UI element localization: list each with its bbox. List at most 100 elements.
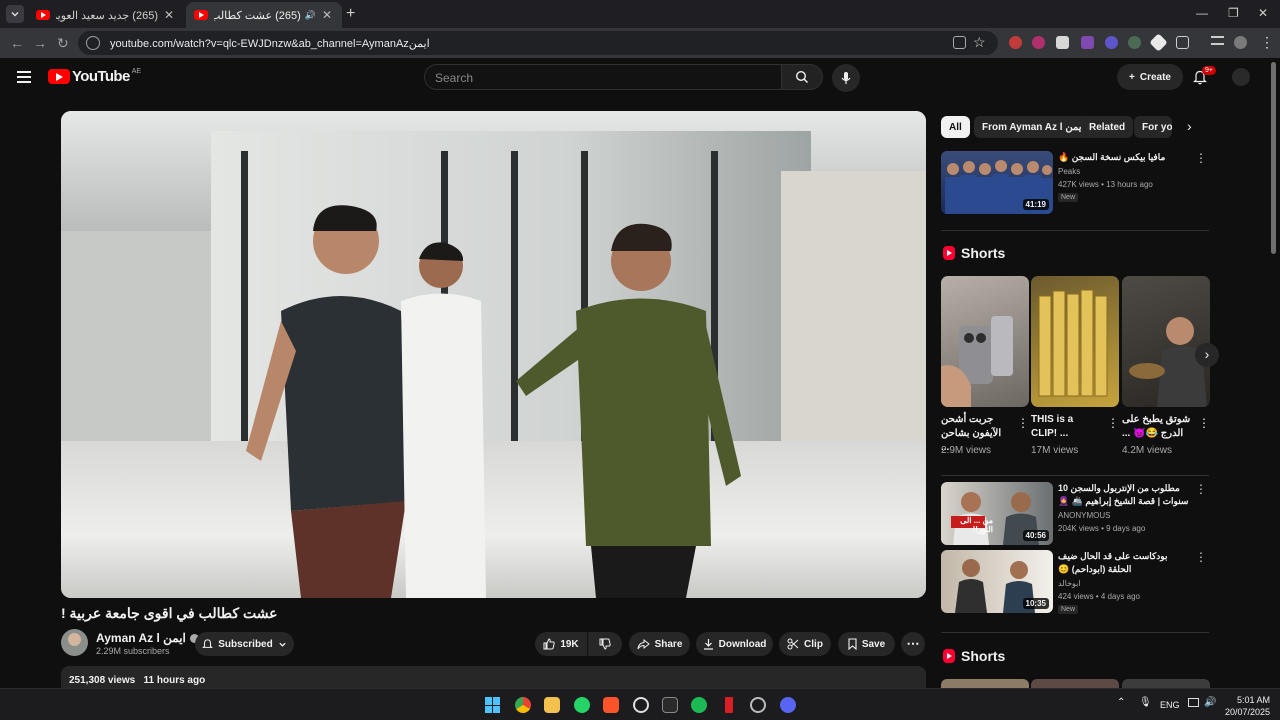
discord-icon[interactable] [780,697,796,713]
shield-icon[interactable] [1128,36,1141,49]
display-icon[interactable] [1188,698,1199,707]
extension-icon[interactable] [1105,36,1118,49]
short-thumbnail[interactable] [941,679,1029,688]
tray-chevron-icon[interactable]: ⌃ [1117,697,1125,708]
short-item[interactable]: جربت أشحن الآيفون بشاحن ... 2.9M views ⋮ [941,276,1029,456]
video-title: عشت كطالب في اقوى جامعة عربية ! [61,605,278,621]
start-windows-icon[interactable] [485,697,501,713]
short-thumbnail[interactable] [941,276,1029,407]
more-actions-button[interactable]: ⋯ [901,632,925,656]
new-tab-button[interactable]: + [346,5,355,23]
short-thumbnail[interactable] [1031,276,1119,407]
more-vertical-icon[interactable]: ⋮ [1195,482,1207,496]
extension-icon[interactable] [1056,36,1069,49]
bookmark-star-icon[interactable]: ☆ [973,34,986,51]
download-button[interactable]: Download [696,632,773,656]
minimize-button[interactable]: — [1196,6,1208,20]
search-button[interactable] [781,64,823,90]
maximize-button[interactable]: ❐ [1228,6,1239,20]
share-button[interactable]: Share [629,632,690,656]
close-window-button[interactable]: ✕ [1258,6,1268,20]
account-avatar[interactable] [1232,68,1250,86]
clip-button[interactable]: Clip [779,632,831,656]
voice-search-button[interactable] [832,64,860,92]
more-vertical-icon[interactable]: ⋮ [1195,151,1207,165]
chip-for-you[interactable]: For you [1134,116,1172,138]
recommended-video[interactable]: 41:19 مافيا بيكس نسخة السجن 🔥 Peaks 427K… [941,151,1209,215]
reload-icon[interactable]: ↻ [57,35,69,52]
browser-tab-active[interactable]: (265) عشت كطالب في اقوى 🔊 ✕ [186,2,342,28]
chip-related[interactable]: Related [1081,116,1134,138]
hamburger-menu-icon[interactable] [17,71,31,86]
taskbar-clock[interactable]: 5:01 AM 20/07/2025 [1222,694,1270,718]
more-vertical-icon[interactable]: ⋮ [1107,416,1119,430]
dislike-button[interactable] [588,632,622,656]
speaker-icon[interactable]: 🔊 [305,10,316,21]
chrome-icon[interactable] [515,697,531,713]
whatsapp-icon[interactable] [574,697,590,713]
video-thumbnail[interactable]: 10:35 [941,550,1053,613]
short-title: THIS is a CLIP! ... [1031,414,1074,439]
channel-name-text: Ayman Az l ايمن [96,631,186,645]
app-icon[interactable] [750,697,766,713]
short-thumbnail[interactable] [1031,679,1119,688]
section-divider [941,230,1209,231]
forward-arrow-icon[interactable]: → [33,35,47,51]
netflix-icon[interactable] [725,697,733,713]
more-vertical-icon[interactable]: ⋮ [1198,416,1210,430]
browser-menu-icon[interactable]: ⋮ [1260,34,1274,51]
reading-list-icon[interactable] [1211,36,1224,45]
app-icon[interactable] [662,697,678,713]
section-divider [941,632,1209,633]
extension-icon[interactable] [1081,36,1094,49]
back-arrow-icon[interactable]: ← [10,35,24,51]
more-vertical-icon[interactable]: ⋮ [1017,416,1029,430]
short-item[interactable]: شوتق يطبخ على الدرج 😂😈 ... 4.2M views ⋮ [1122,276,1210,456]
clip-label: Clip [804,638,823,650]
chip-from-channel[interactable]: From Ayman Az l ايمن [974,116,1093,138]
like-button[interactable]: 19K [535,632,587,656]
extension-icon[interactable] [1149,33,1168,52]
subscribed-button[interactable]: Subscribed [195,632,294,656]
chip-all[interactable]: All [941,116,970,138]
profile-avatar[interactable] [1234,36,1247,49]
page-scrollbar[interactable] [1271,62,1276,254]
brave-icon[interactable] [603,697,619,713]
chevron-right-icon[interactable]: › [1187,118,1192,134]
address-bar[interactable]: youtube.com/watch?v=qlc-EWJDnzw&ab_chann… [78,31,998,55]
volume-icon[interactable]: 🔊 [1204,697,1216,708]
youtube-logo[interactable]: YouTube AE [48,68,141,85]
video-player[interactable] [61,111,926,598]
recommended-video[interactable]: من ... الى النور!! 40:56 مطلوب من الإنتر… [941,482,1209,546]
shorts-next-button[interactable]: › [1195,343,1219,367]
video-thumbnail[interactable]: 41:19 [941,151,1053,214]
channel-avatar[interactable] [61,629,88,656]
app-icon[interactable] [633,697,649,713]
extension-icon[interactable] [1032,36,1045,49]
puzzle-icon[interactable] [1176,36,1189,49]
subscriber-count: 2.29M subscribers [96,646,170,656]
browser-tab-inactive[interactable]: (265) جديد سعيد العويران - اني ✕ [28,2,184,28]
tab-search-button[interactable] [6,5,24,23]
microphone-icon[interactable]: 🎙 [1139,697,1152,708]
spotify-icon[interactable] [691,697,707,713]
recommended-title: مافيا بيكس نسخة السجن 🔥 [1058,152,1166,162]
save-button[interactable]: Save [838,632,895,656]
short-item[interactable]: THIS is a CLIP! ... 17M views ⋮ [1031,276,1119,456]
search-input[interactable]: Search [424,64,782,90]
close-tab-icon[interactable]: ✕ [162,8,176,22]
short-thumbnail[interactable] [1122,679,1210,688]
shorts-heading-text: Shorts [961,245,1006,261]
more-vertical-icon[interactable]: ⋮ [1195,550,1207,564]
language-indicator[interactable]: ENG [1160,700,1180,710]
channel-name[interactable]: Ayman Az l ايمن [96,631,199,645]
file-explorer-icon[interactable] [544,697,560,713]
short-thumbnail[interactable] [1122,276,1210,407]
video-thumbnail[interactable]: من ... الى النور!! 40:56 [941,482,1053,545]
create-button[interactable]: + Create [1117,64,1183,90]
close-tab-icon[interactable]: ✕ [320,8,334,22]
site-info-icon[interactable] [86,36,100,50]
extension-icon[interactable] [1009,36,1022,49]
install-app-icon[interactable] [953,36,966,49]
recommended-video[interactable]: 10:35 بودكاست على قد الحال ضيف الحلقة (ا… [941,550,1209,614]
